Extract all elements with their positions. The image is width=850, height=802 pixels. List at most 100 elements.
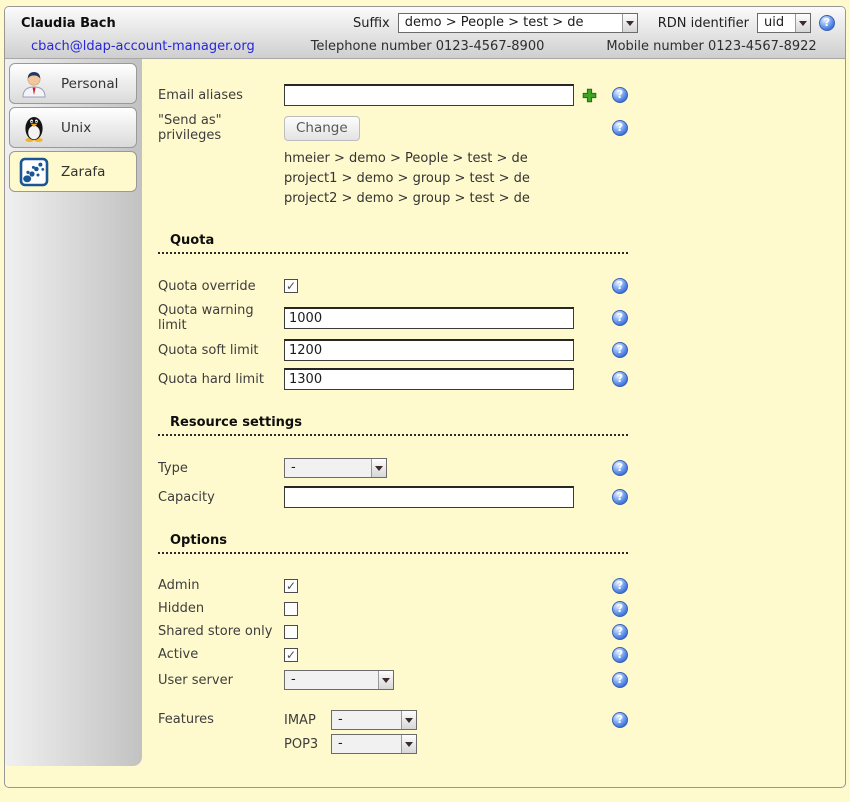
send-as-entry: hmeier > demo > People > test > de — [284, 149, 628, 169]
shared-store-only-label: Shared store only — [158, 624, 284, 639]
lam-account-window: Claudia Bach Suffix demo > People > test… — [4, 6, 846, 788]
features-label: Features — [158, 710, 284, 727]
user-server-row: User server - ? — [158, 668, 628, 692]
capacity-input[interactable] — [284, 486, 574, 508]
help-icon[interactable]: ? — [612, 310, 628, 326]
mobile-number: Mobile number 0123-4567-8922 — [606, 39, 816, 54]
module-tab-sidebar: Personal Unix — [5, 59, 142, 766]
pop3-select-value: - — [332, 735, 401, 753]
quota-hard-input[interactable] — [284, 368, 574, 390]
type-select[interactable]: - — [284, 458, 387, 478]
account-name: Claudia Bach — [21, 16, 116, 31]
user-server-select[interactable]: - — [284, 670, 394, 690]
rdn-select-value: uid — [758, 14, 795, 32]
quota-warning-input[interactable] — [284, 307, 574, 329]
suffix-select[interactable]: demo > People > test > de — [398, 13, 638, 33]
chevron-down-icon — [401, 735, 416, 753]
user-server-select-value: - — [285, 671, 378, 689]
active-checkbox[interactable]: ✓ — [284, 648, 298, 662]
tab-label: Unix — [61, 120, 91, 136]
email-aliases-row: Email aliases ? — [158, 83, 628, 107]
send-as-entries: hmeier > demo > People > test > de proje… — [284, 149, 628, 209]
tab-unix[interactable]: Unix — [9, 107, 137, 148]
send-as-label: "Send as" privileges — [158, 113, 284, 143]
quota-override-checkbox[interactable]: ✓ — [284, 279, 298, 293]
help-icon[interactable]: ? — [612, 371, 628, 387]
help-icon[interactable]: ? — [819, 15, 835, 31]
chevron-down-icon — [371, 459, 386, 477]
admin-label: Admin — [158, 578, 284, 593]
section-title-options: Options — [158, 533, 628, 554]
section-title-quota: Quota — [158, 233, 628, 254]
help-icon[interactable]: ? — [612, 578, 628, 594]
telephone-number: Telephone number 0123-4567-8900 — [311, 39, 545, 54]
help-icon[interactable]: ? — [612, 672, 628, 688]
help-icon[interactable]: ? — [612, 342, 628, 358]
capacity-row: Capacity ? — [158, 485, 628, 509]
quota-override-row: Quota override ✓ ? — [158, 274, 628, 298]
help-icon[interactable]: ? — [612, 120, 628, 136]
help-icon[interactable]: ? — [612, 601, 628, 617]
admin-row: Admin ✓ ? — [158, 574, 628, 597]
hidden-checkbox[interactable] — [284, 602, 298, 616]
help-icon[interactable]: ? — [612, 278, 628, 294]
quota-warning-row: Quota warning limit ? — [158, 303, 628, 333]
penguin-icon — [19, 113, 49, 143]
help-icon[interactable]: ? — [612, 87, 628, 103]
pop3-feature-line: POP3 - — [284, 734, 417, 754]
user-server-label: User server — [158, 673, 284, 688]
zarafa-panel: Email aliases ? "Send as" privileges — [142, 59, 845, 788]
chevron-down-icon — [622, 14, 637, 32]
type-row: Type - ? — [158, 456, 628, 480]
zarafa-mosaic-icon — [19, 157, 49, 187]
features-row: Features IMAP - POP3 - — [158, 710, 628, 754]
hidden-label: Hidden — [158, 601, 284, 616]
help-icon[interactable]: ? — [612, 647, 628, 663]
admin-checkbox[interactable]: ✓ — [284, 579, 298, 593]
shared-store-only-row: Shared store only ? — [158, 620, 628, 643]
tab-zarafa[interactable]: Zarafa — [9, 151, 137, 192]
quota-hard-row: Quota hard limit ? — [158, 367, 628, 391]
person-icon — [19, 69, 49, 99]
account-header: Claudia Bach Suffix demo > People > test… — [5, 7, 845, 59]
email-aliases-label: Email aliases — [158, 88, 284, 103]
pop3-label: POP3 — [284, 737, 324, 752]
quota-hard-label: Quota hard limit — [158, 372, 284, 387]
send-as-row: "Send as" privileges Change ? — [158, 113, 628, 143]
imap-select-value: - — [332, 711, 401, 729]
chevron-down-icon — [401, 711, 416, 729]
suffix-select-value: demo > People > test > de — [399, 14, 622, 32]
send-as-entry: project2 > demo > group > test > de — [284, 189, 628, 209]
quota-override-label: Quota override — [158, 279, 284, 294]
quota-soft-input[interactable] — [284, 339, 574, 361]
rdn-identifier-select[interactable]: uid — [757, 13, 811, 33]
type-select-value: - — [285, 459, 371, 477]
email-aliases-input[interactable] — [284, 84, 574, 106]
change-button[interactable]: Change — [284, 116, 360, 141]
help-icon[interactable]: ? — [612, 712, 628, 728]
email-link[interactable]: cbach@ldap-account-manager.org — [31, 39, 255, 54]
suffix-label: Suffix — [353, 16, 390, 31]
imap-feature-line: IMAP - — [284, 710, 417, 730]
quota-warning-label: Quota warning limit — [158, 303, 284, 333]
help-icon[interactable]: ? — [612, 489, 628, 505]
add-icon[interactable] — [582, 88, 597, 103]
help-icon[interactable]: ? — [612, 460, 628, 476]
capacity-label: Capacity — [158, 490, 284, 505]
send-as-entry: project1 > demo > group > test > de — [284, 169, 628, 189]
help-icon[interactable]: ? — [612, 624, 628, 640]
active-label: Active — [158, 647, 284, 662]
imap-select[interactable]: - — [331, 710, 417, 730]
chevron-down-icon — [795, 14, 810, 32]
pop3-select[interactable]: - — [331, 734, 417, 754]
imap-label: IMAP — [284, 713, 324, 728]
active-row: Active ✓ ? — [158, 643, 628, 666]
shared-store-only-checkbox[interactable] — [284, 625, 298, 639]
tab-personal[interactable]: Personal — [9, 63, 137, 104]
rdn-identifier-label: RDN identifier — [658, 16, 749, 31]
tab-label: Zarafa — [61, 164, 105, 180]
quota-soft-label: Quota soft limit — [158, 343, 284, 358]
tab-label: Personal — [61, 76, 118, 92]
type-label: Type — [158, 461, 284, 476]
chevron-down-icon — [378, 671, 393, 689]
